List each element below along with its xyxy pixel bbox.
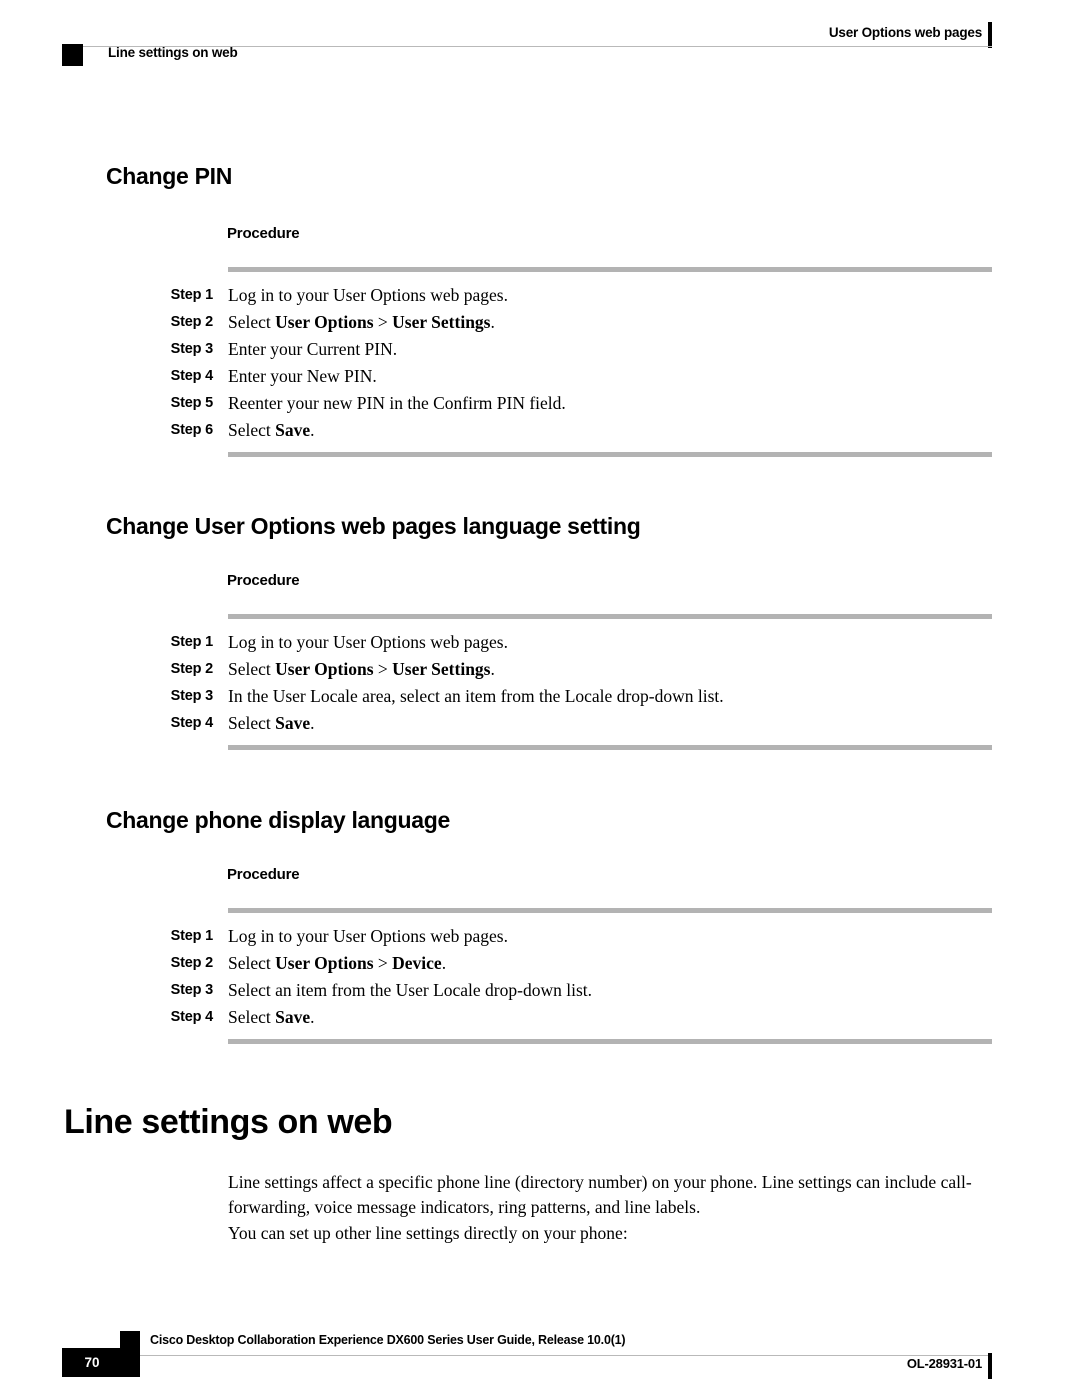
procedure-rule-bottom bbox=[228, 745, 992, 750]
section-heading: Change phone display language bbox=[106, 807, 451, 833]
step-row: Step 2 Select User Options > Device. bbox=[0, 950, 1080, 977]
step-number: Step 1 bbox=[170, 634, 214, 650]
procedure-rule-bottom bbox=[228, 452, 992, 457]
step-row: Step 4 Select Save. bbox=[0, 1004, 1080, 1031]
step-text: Select Save. bbox=[228, 1007, 315, 1027]
step-number: Step 5 bbox=[170, 395, 214, 411]
step-number: Step 4 bbox=[170, 1009, 214, 1025]
step-number: Step 2 bbox=[170, 955, 214, 971]
procedure-rule-top bbox=[228, 267, 992, 272]
step-text: In the User Locale area, select an item … bbox=[228, 686, 724, 706]
header-square-marker-icon bbox=[62, 44, 83, 66]
step-number: Step 2 bbox=[170, 661, 214, 677]
procedure-label: Procedure bbox=[227, 572, 300, 589]
step-row: Step 4 Select Save. bbox=[0, 710, 1080, 737]
step-number: Step 3 bbox=[170, 982, 214, 998]
step-number: Step 4 bbox=[170, 715, 214, 731]
body-paragraph: Line settings affect a specific phone li… bbox=[228, 1171, 972, 1217]
step-list: Step 1 Log in to your User Options web pa… bbox=[0, 282, 1080, 444]
procedure-rule-top bbox=[228, 908, 992, 913]
step-row: Step 5 Reenter your new PIN in the Confir… bbox=[0, 390, 1080, 417]
step-text: Select User Options > User Settings. bbox=[228, 659, 495, 679]
step-row: Step 4 Enter your New PIN. bbox=[0, 363, 1080, 390]
page-header: User Options web pages Line settings on … bbox=[0, 0, 1080, 96]
step-text: Enter your New PIN. bbox=[228, 366, 377, 386]
step-text: Enter your Current PIN. bbox=[228, 339, 398, 359]
step-row: Step 1 Log in to your User Options web pa… bbox=[0, 629, 1080, 656]
step-text: Select Save. bbox=[228, 713, 315, 733]
step-list: Step 1 Log in to your User Options web pa… bbox=[0, 923, 1080, 1031]
page-title: Line settings on web bbox=[64, 1103, 393, 1141]
step-number: Step 6 bbox=[170, 422, 214, 438]
footer-guide-title: Cisco Desktop Collaboration Experience D… bbox=[150, 1333, 626, 1347]
step-row: Step 3 In the User Locale area, select an… bbox=[0, 683, 1080, 710]
step-number: Step 3 bbox=[170, 688, 214, 704]
footer-hairline-rule bbox=[140, 1355, 992, 1356]
running-head-right: User Options web pages bbox=[828, 25, 982, 40]
procedure-label: Procedure bbox=[227, 225, 300, 242]
procedure-label: Procedure bbox=[227, 866, 300, 883]
procedure-rule-top bbox=[228, 614, 992, 619]
step-list: Step 1 Log in to your User Options web pa… bbox=[0, 629, 1080, 737]
step-text: Select an item from the User Locale drop… bbox=[228, 980, 592, 1000]
procedure-rule-bottom bbox=[228, 1039, 992, 1044]
step-row: Step 3 Select an item from the User Local… bbox=[0, 977, 1080, 1004]
step-text: Select User Options > Device. bbox=[228, 953, 447, 973]
step-number: Step 4 bbox=[170, 368, 214, 384]
step-row: Step 6 Select Save. bbox=[0, 417, 1080, 444]
section-heading: Change PIN bbox=[106, 163, 233, 189]
step-row: Step 1 Log in to your User Options web pa… bbox=[0, 923, 1080, 950]
step-text: Reenter your new PIN in the Confirm PIN … bbox=[228, 393, 566, 413]
step-text: Log in to your User Options web pages. bbox=[228, 926, 508, 946]
step-row: Step 1 Log in to your User Options web pa… bbox=[0, 282, 1080, 309]
header-edge-bar-icon bbox=[988, 22, 992, 48]
step-number: Step 1 bbox=[170, 287, 214, 303]
step-number: Step 2 bbox=[170, 314, 214, 330]
step-row: Step 2 Select User Options > User Setting… bbox=[0, 656, 1080, 683]
running-head-left: Line settings on web bbox=[108, 45, 238, 60]
step-number: Step 3 bbox=[170, 341, 214, 357]
step-row: Step 3 Enter your Current PIN. bbox=[0, 336, 1080, 363]
step-text: Log in to your User Options web pages. bbox=[228, 632, 508, 652]
section-heading: Change User Options web pages language s… bbox=[106, 513, 641, 539]
footer-document-id: OL-28931-01 bbox=[906, 1356, 982, 1371]
footer-edge-bar-icon bbox=[988, 1353, 992, 1379]
step-text: Log in to your User Options web pages. bbox=[228, 285, 508, 305]
step-number: Step 1 bbox=[170, 928, 214, 944]
step-text: Select User Options > User Settings. bbox=[228, 312, 495, 332]
footer-page-number: 70 bbox=[84, 1355, 100, 1370]
document-page: User Options web pages Line settings on … bbox=[0, 0, 1080, 1397]
body-paragraph: You can set up other line settings direc… bbox=[228, 1222, 628, 1243]
step-text: Select Save. bbox=[228, 420, 315, 440]
step-row: Step 2 Select User Options > User Setting… bbox=[0, 309, 1080, 336]
